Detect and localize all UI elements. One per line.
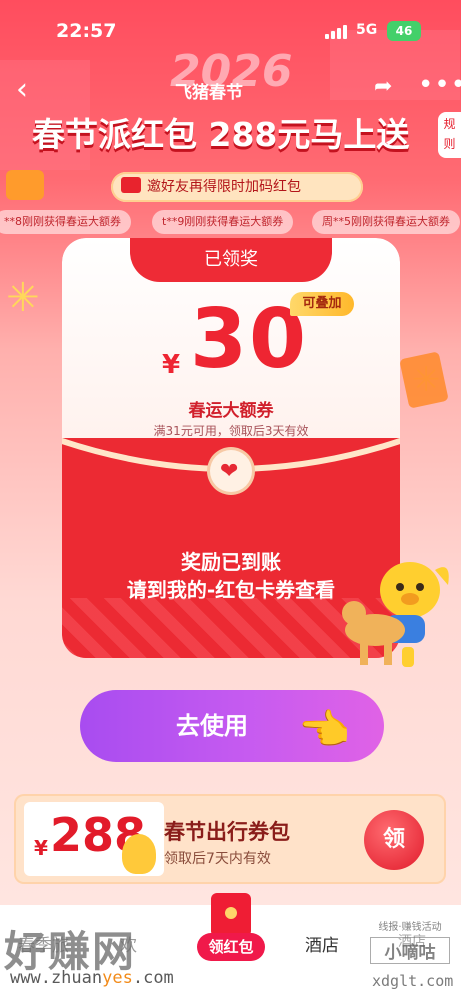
pack-title: 春节出行券包 [164, 820, 290, 844]
page-headline: 春节派红包 288元马上送 [32, 115, 410, 154]
tab-hotel[interactable]: 酒店 [305, 931, 339, 956]
rules-button[interactable]: 规则 [438, 112, 461, 158]
stackable-badge: 可叠加 [290, 292, 354, 316]
travel-pack-card[interactable]: ¥ 288 春节出行券包 领取后7天内有效 领 [14, 794, 446, 884]
ticker-item: t**9刚刚获得春运大额券 [152, 210, 294, 234]
ticker-item: **8刚刚获得春运大额券 [0, 210, 131, 234]
watermark-url-suffix: .com [132, 968, 174, 988]
network-label: 5G [356, 22, 378, 38]
status-time: 22:57 [56, 20, 117, 42]
red-envelope-icon [6, 170, 44, 200]
watermark-right-mid: 小嘀咕 [370, 937, 450, 964]
invite-text: 邀好友再得限时加码红包 [147, 179, 301, 195]
coupon-title: 春运大额券 [188, 401, 274, 421]
gift-icon [121, 177, 141, 193]
claim-button[interactable]: 领 [364, 810, 424, 870]
watermark-url-highlight: yes [102, 968, 133, 988]
claimed-tab: 已领奖 [130, 238, 332, 282]
watermark-url: www.zhuanyes.com [10, 968, 174, 988]
watermark-right-top: 线报·赚钱活动 [378, 922, 442, 933]
pointing-hand-icon: 👈 [298, 705, 351, 754]
share-icon[interactable]: ➦ [374, 74, 392, 99]
pack-subtitle: 领取后7天内有效 [164, 851, 271, 867]
ticker-item: 周**5刚刚获得春运大额券 [312, 210, 460, 234]
watermark-right-url: xdglt.com [372, 972, 454, 990]
watermark-url-prefix: www.zhuan [10, 968, 103, 988]
winner-ticker: **8刚刚获得春运大额券 t**9刚刚获得春运大额券 周**5刚刚获得春运大额券 [0, 210, 461, 236]
watermark-right: 线报·赚钱活动 小嘀咕 [370, 918, 450, 966]
battery-icon: 46 [387, 21, 421, 41]
red-envelope-icon [399, 351, 449, 409]
invite-banner[interactable]: 邀好友再得限时加码红包 [111, 172, 363, 202]
red-packet-icon [211, 893, 251, 937]
firework-icon: ✳ [6, 275, 40, 321]
back-icon[interactable]: ‹ [16, 72, 28, 107]
heart-seal-icon: ❤ [210, 450, 252, 492]
rules-label: 规则 [443, 117, 456, 151]
use-button-label: 去使用 [176, 712, 248, 740]
pig-mascot-icon [342, 562, 449, 667]
signal-icon [325, 25, 347, 39]
tab-red-packet-label: 领红包 [197, 933, 265, 961]
chick-mascot-icon [122, 834, 156, 874]
brand-logo: 飞猪春节 [175, 83, 243, 103]
pack-currency: ¥ [34, 836, 48, 860]
currency-symbol: ¥ [162, 350, 181, 380]
tab-red-packet[interactable]: 领红包 [197, 893, 265, 973]
more-icon[interactable]: ••• [418, 70, 461, 100]
